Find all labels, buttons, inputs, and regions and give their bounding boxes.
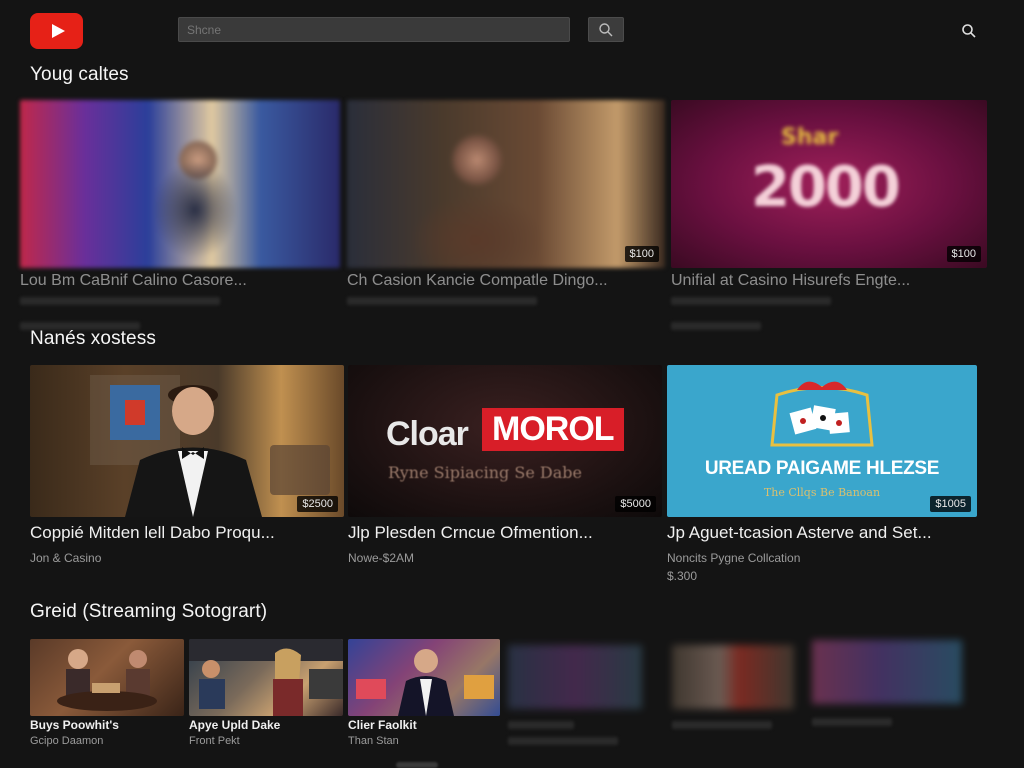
channel-name[interactable]: Than Stan [348, 735, 399, 747]
placeholder-line [347, 297, 537, 305]
video-card[interactable]: Buys Poowhit's Gcipo Daamon [30, 639, 184, 751]
search-button[interactable] [588, 17, 624, 42]
video-title[interactable]: Jp Aguet-tcasion Asterve and Set... [667, 523, 977, 543]
video-meta: $.300 [667, 569, 698, 583]
channel-name[interactable]: Noncits Pygne Collcation [667, 551, 800, 565]
section-title: Youg caltes [30, 64, 129, 85]
placeholder-line [508, 721, 574, 729]
video-card[interactable]: Lou Bm CaBnif Calino Casore... [20, 100, 340, 340]
video-card[interactable] [508, 645, 642, 745]
video-thumbnail[interactable] [348, 639, 500, 716]
video-card[interactable]: $2500 Coppié Mitden lell Dabo Proqu... J… [30, 365, 344, 590]
video-card[interactable]: Shar 2000 $100 Unifial at Casino Hisuref… [671, 100, 987, 340]
video-card[interactable] [812, 640, 962, 740]
placeholder-line [672, 721, 772, 729]
channel-name[interactable]: Nowe-$2AM [348, 551, 414, 565]
thumbnail-illustration [90, 375, 330, 517]
search-input[interactable] [178, 17, 570, 42]
video-thumbnail[interactable]: Cloar MOROL Ryne Sipiacing Se Dabe [348, 365, 662, 517]
channel-name[interactable]: Jon & Casino [30, 551, 101, 565]
channel-name[interactable]: Gcipo Daamon [30, 735, 103, 747]
video-title[interactable]: Lou Bm CaBnif Calino Casore... [20, 272, 320, 290]
thumbnail-text: Shar [781, 125, 839, 150]
video-thumbnail[interactable] [30, 639, 184, 716]
video-thumbnail[interactable] [30, 365, 344, 517]
price-badge: $5000 [615, 496, 656, 512]
search-icon [962, 24, 976, 38]
video-title[interactable]: Ch Casion Kancie Compatle Dingo... [347, 272, 659, 290]
channel-name[interactable]: Front Pekt [189, 735, 240, 747]
video-thumbnail[interactable] [20, 100, 340, 268]
video-thumbnail[interactable]: UREAD PAIGAME HLEZSE The Cllqs Be Banoan [667, 365, 977, 517]
section-title: Nanés xostess [30, 328, 156, 349]
thumbnail-text: UREAD PAIGAME HLEZSE [704, 458, 940, 479]
video-thumbnail[interactable] [189, 639, 343, 716]
video-title[interactable]: Unifial at Casino Hisurefs Engte... [671, 272, 981, 290]
top-bar [0, 0, 1024, 60]
placeholder-line [812, 718, 892, 726]
placeholder-line [671, 322, 761, 330]
price-badge: $2500 [297, 496, 338, 512]
video-card[interactable] [672, 645, 794, 745]
header-search-button[interactable] [958, 20, 980, 42]
thumbnail-text: MOROL [482, 408, 624, 451]
section-title: Greid (Streaming Sotogrart) [30, 601, 268, 622]
video-thumbnail[interactable] [347, 100, 665, 268]
thumbnail-illustration [57, 649, 157, 711]
thumbnail-text: Ryne Sipiacing Se Dabe [388, 463, 582, 482]
video-card[interactable]: UREAD PAIGAME HLEZSE The Cllqs Be Banoan… [667, 365, 981, 590]
video-title[interactable]: Apye Upld Dake [189, 718, 280, 732]
scroll-indicator [396, 762, 438, 768]
video-thumbnail[interactable]: Shar 2000 [671, 100, 987, 268]
thumbnail-text: 2000 [751, 155, 901, 220]
video-title[interactable]: Jlp Plesden Crncue Ofmention... [348, 523, 648, 543]
placeholder-line [20, 297, 220, 305]
price-badge: $100 [946, 246, 981, 262]
video-title[interactable]: Clier Faolkit [348, 718, 417, 732]
price-badge: $1005 [930, 496, 971, 512]
video-thumbnail[interactable] [672, 645, 794, 709]
search-icon [599, 22, 613, 36]
logo[interactable] [30, 13, 83, 49]
thumbnail-illustration [189, 639, 343, 716]
thumbnail-illustration [348, 639, 500, 716]
video-thumbnail[interactable] [812, 640, 962, 704]
price-badge: $100 [624, 246, 659, 262]
gift-icon [770, 381, 874, 447]
placeholder-line [671, 297, 831, 305]
placeholder-line [508, 737, 618, 745]
video-title[interactable]: Buys Poowhit's [30, 718, 119, 732]
video-title[interactable]: Coppié Mitden lell Dabo Proqu... [30, 523, 330, 543]
video-card[interactable]: Cloar MOROL Ryne Sipiacing Se Dabe $5000… [348, 365, 662, 590]
video-thumbnail[interactable] [508, 645, 642, 709]
thumbnail-text: Cloar [386, 415, 469, 453]
video-card[interactable]: Clier Faolkit Than Stan [348, 639, 500, 751]
video-card[interactable]: $100 Ch Casion Kancie Compatle Dingo... [347, 100, 665, 340]
video-card[interactable]: Apye Upld Dake Front Pekt [189, 639, 343, 751]
